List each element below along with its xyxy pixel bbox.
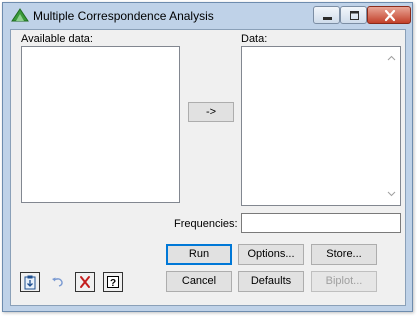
cancel-button[interactable]: Cancel — [166, 271, 232, 292]
help-button[interactable]: ? — [103, 272, 123, 292]
scroll-down-icon[interactable] — [387, 191, 396, 197]
genstat-app-icon — [11, 8, 29, 25]
defaults-button[interactable]: Defaults — [238, 271, 304, 292]
frequencies-field[interactable] — [241, 213, 401, 233]
options-button[interactable]: Options... — [238, 244, 304, 265]
frequencies-label: Frequencies: — [174, 218, 238, 230]
data-label: Data: — [241, 33, 268, 45]
scroll-up-icon[interactable] — [387, 55, 396, 61]
title-bar[interactable]: Multiple Correspondence Analysis — [3, 3, 412, 29]
close-icon — [384, 9, 396, 22]
transfer-button[interactable]: -> — [188, 102, 234, 122]
clipboard-icon — [24, 275, 36, 290]
svg-text:?: ? — [110, 278, 116, 289]
help-icon: ? — [107, 276, 119, 289]
dialog-window: Multiple Correspondence Analysis Availab… — [2, 2, 413, 312]
data-list-scrollbar[interactable] — [383, 47, 400, 205]
minimize-button[interactable] — [313, 6, 340, 24]
maximize-icon — [350, 11, 359, 20]
available-data-label: Available data: — [21, 33, 93, 45]
copy-to-clipboard-button[interactable] — [20, 272, 40, 292]
biplot-button: Biplot... — [311, 271, 377, 292]
maximize-button[interactable] — [340, 6, 367, 24]
data-list[interactable] — [241, 46, 401, 206]
minimize-icon — [323, 17, 332, 20]
dialog-client-area: Available data: -> Data: Frequencies: Ru… — [10, 29, 406, 306]
run-button[interactable]: Run — [166, 244, 232, 265]
clear-button[interactable] — [75, 272, 95, 292]
available-data-list[interactable] — [21, 46, 180, 203]
window-title: Multiple Correspondence Analysis — [33, 9, 214, 23]
clear-icon — [80, 276, 90, 288]
store-button[interactable]: Store... — [311, 244, 377, 265]
undo-icon — [52, 277, 63, 287]
close-button[interactable] — [367, 6, 411, 24]
undo-button[interactable] — [48, 272, 68, 292]
